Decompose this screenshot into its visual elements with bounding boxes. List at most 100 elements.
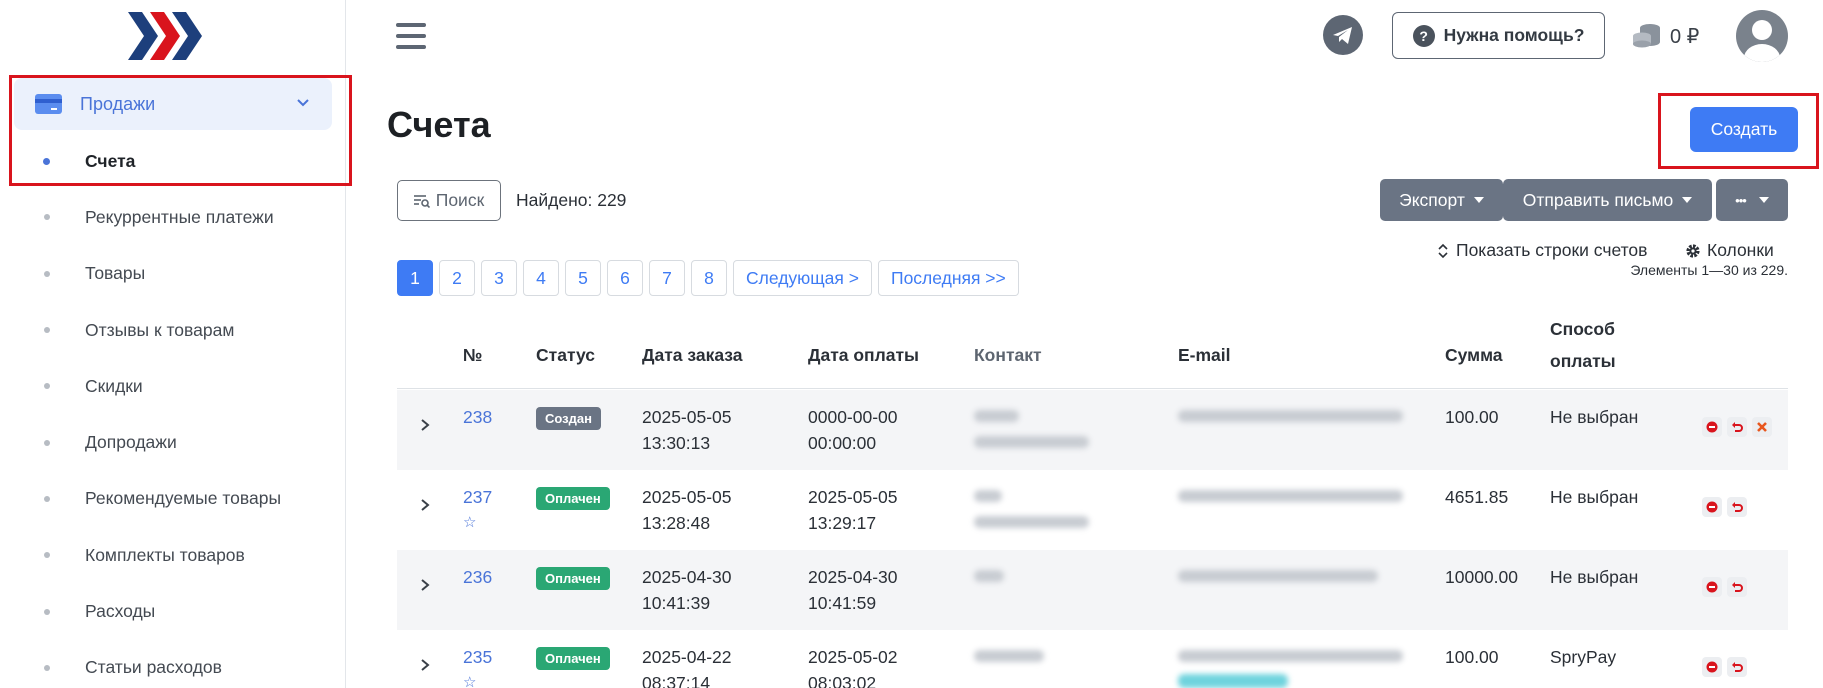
invoice-number[interactable]: 238 bbox=[463, 404, 492, 430]
chevron-right-icon[interactable] bbox=[419, 658, 431, 672]
sidebar-item-discounts[interactable]: Скидки bbox=[0, 358, 346, 414]
pay-method-value: SpryPay bbox=[1550, 647, 1617, 667]
sidebar-item-reviews[interactable]: Отзывы к товарам bbox=[0, 302, 346, 358]
send-mail-button[interactable]: Отправить письмо bbox=[1503, 179, 1712, 221]
sidebar: Продажи Счета Рекуррентные платежи Товар… bbox=[0, 0, 346, 688]
delete-icon[interactable] bbox=[1752, 417, 1772, 437]
table-row[interactable]: 238 Создан 2025-05-05 13:30:13 0000-00-00… bbox=[397, 390, 1788, 470]
sidebar-group-sales[interactable]: Продажи bbox=[14, 78, 332, 130]
more-actions-button[interactable]: ••• bbox=[1716, 179, 1788, 221]
row-actions bbox=[1702, 497, 1747, 517]
page-link-2[interactable]: 2 bbox=[439, 260, 475, 296]
hamburger-menu-icon[interactable] bbox=[396, 23, 426, 49]
email-blurred bbox=[1178, 410, 1403, 422]
invoice-number-value: 235 bbox=[463, 647, 493, 667]
undo-icon[interactable] bbox=[1727, 497, 1747, 517]
sidebar-item-invoices[interactable]: Счета bbox=[0, 133, 346, 189]
pay-time-value: 13:29:17 bbox=[808, 513, 877, 533]
page-link-5[interactable]: 5 bbox=[565, 260, 601, 296]
pay-method-value: Не выбран bbox=[1550, 407, 1639, 427]
status-badge: Оплачен bbox=[536, 567, 610, 590]
undo-icon[interactable] bbox=[1727, 657, 1747, 677]
sidebar-item-label: Рекомендуемые товары bbox=[85, 488, 282, 509]
create-button[interactable]: Создать bbox=[1690, 107, 1798, 152]
found-count: Найдено: 229 bbox=[516, 190, 627, 210]
col-status[interactable]: Статус bbox=[536, 345, 595, 366]
star-icon[interactable]: ☆ bbox=[463, 670, 492, 688]
logo-icon[interactable] bbox=[128, 12, 206, 60]
export-button[interactable]: Экспорт bbox=[1380, 179, 1503, 221]
chevron-down-icon[interactable] bbox=[296, 96, 310, 110]
disable-icon[interactable] bbox=[1702, 577, 1722, 597]
invoice-number[interactable]: 237 ☆ bbox=[463, 484, 492, 536]
telegram-icon[interactable] bbox=[1323, 15, 1363, 55]
sidebar-item-recurring[interactable]: Рекуррентные платежи bbox=[0, 189, 346, 245]
sidebar-item-label: Счета bbox=[85, 150, 136, 171]
sidebar-item-upsells[interactable]: Допродажи bbox=[0, 414, 346, 470]
sidebar-item-label: Товары bbox=[85, 263, 146, 284]
chevron-right-icon[interactable] bbox=[419, 418, 431, 432]
last-page-link[interactable]: Последняя >> bbox=[877, 260, 1019, 296]
pay-date-value: 0000-00-00 bbox=[808, 407, 898, 427]
sidebar-item-products[interactable]: Товары bbox=[0, 246, 346, 302]
star-icon[interactable]: ☆ bbox=[463, 510, 492, 536]
order-date: 2025-04-30 10:41:39 bbox=[642, 564, 732, 616]
sidebar-item-label: Отзывы к товарам bbox=[85, 319, 235, 340]
col-contact[interactable]: Контакт bbox=[974, 345, 1042, 366]
send-mail-label: Отправить письмо bbox=[1522, 189, 1674, 210]
caret-down-icon bbox=[1473, 197, 1484, 203]
sidebar-item-expenses[interactable]: Расходы bbox=[0, 583, 346, 639]
disable-icon[interactable] bbox=[1702, 657, 1722, 677]
balance-value: 0 ₽ bbox=[1670, 25, 1700, 48]
undo-icon[interactable] bbox=[1727, 577, 1747, 597]
sidebar-item-label: Допродажи bbox=[85, 432, 177, 453]
col-pay-method[interactable]: Способ оплаты bbox=[1550, 313, 1616, 377]
pagination: 1 2 3 4 5 6 7 8 Следующая > Последняя >> bbox=[397, 260, 1019, 296]
page-link-8[interactable]: 8 bbox=[691, 260, 727, 296]
bullet-icon bbox=[44, 495, 50, 502]
col-pay-date[interactable]: Дата оплаты bbox=[808, 345, 919, 366]
table-row[interactable]: 235 ☆ Оплачен 2025-04-22 08:37:14 2025-05-… bbox=[397, 630, 1788, 688]
table-row[interactable]: 237 ☆ Оплачен 2025-05-05 13:28:48 2025-05-… bbox=[397, 470, 1788, 550]
help-button[interactable]: ? Нужна помощь? bbox=[1392, 12, 1605, 59]
table-row[interactable]: 236 Оплачен 2025-04-30 10:41:39 2025-04-3… bbox=[397, 550, 1788, 630]
sidebar-item-recommended[interactable]: Рекомендуемые товары bbox=[0, 471, 346, 527]
bullet-icon bbox=[44, 327, 50, 334]
columns-button[interactable]: Колонки bbox=[1685, 240, 1774, 261]
disable-icon[interactable] bbox=[1702, 497, 1722, 517]
balance[interactable]: 0 ₽ bbox=[1632, 20, 1699, 52]
order-date: 2025-05-05 13:30:13 bbox=[642, 404, 732, 456]
question-icon: ? bbox=[1412, 24, 1435, 47]
pay-date-value: 2025-05-05 bbox=[808, 487, 898, 507]
search-label: Поиск bbox=[435, 190, 485, 210]
invoice-number[interactable]: 236 bbox=[463, 564, 492, 590]
page-link-7[interactable]: 7 bbox=[649, 260, 685, 296]
col-email[interactable]: E-mail bbox=[1178, 345, 1231, 366]
invoice-number[interactable]: 235 ☆ bbox=[463, 644, 492, 688]
status-badge: Оплачен bbox=[536, 647, 610, 670]
disable-icon[interactable] bbox=[1702, 417, 1722, 437]
avatar[interactable] bbox=[1736, 10, 1788, 62]
col-pay-method-line1: Способ bbox=[1550, 319, 1615, 339]
sidebar-item-label: Комплекты товаров bbox=[85, 544, 245, 565]
page-link-3[interactable]: 3 bbox=[481, 260, 517, 296]
show-rows-toggle[interactable]: Показать строки счетов bbox=[1438, 240, 1647, 261]
sidebar-item-bundles[interactable]: Комплекты товаров bbox=[0, 527, 346, 583]
page-link-1[interactable]: 1 bbox=[397, 260, 433, 296]
caret-down-icon bbox=[1682, 197, 1693, 203]
col-num[interactable]: № bbox=[463, 345, 483, 366]
chevron-right-icon[interactable] bbox=[419, 498, 431, 512]
contact-blurred bbox=[974, 570, 1004, 582]
page-link-6[interactable]: 6 bbox=[607, 260, 643, 296]
search-button[interactable]: Поиск bbox=[397, 180, 501, 221]
col-order-date[interactable]: Дата заказа bbox=[642, 345, 742, 366]
chevron-right-icon[interactable] bbox=[419, 578, 431, 592]
undo-icon[interactable] bbox=[1727, 417, 1747, 437]
pay-method-value: Не выбран bbox=[1550, 487, 1639, 507]
col-sum[interactable]: Сумма bbox=[1445, 345, 1503, 366]
sidebar-item-expense-items[interactable]: Статьи расходов bbox=[0, 640, 346, 688]
email-blurred bbox=[1178, 490, 1403, 502]
page-link-4[interactable]: 4 bbox=[523, 260, 559, 296]
credit-card-icon bbox=[35, 94, 62, 114]
next-page-link[interactable]: Следующая > bbox=[733, 260, 872, 296]
